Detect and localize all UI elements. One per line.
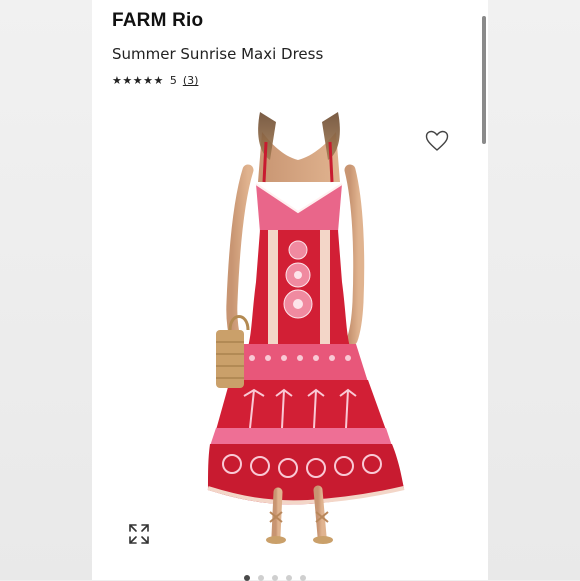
product-rating: ★★★★★ 5 (3): [112, 74, 198, 87]
gallery-dot[interactable]: [272, 575, 278, 581]
heart-outline-icon: [425, 130, 449, 151]
product-image[interactable]: [190, 112, 420, 550]
expand-arrows-icon: [129, 524, 149, 544]
gallery-dot[interactable]: [258, 575, 264, 581]
gallery-dot[interactable]: [244, 575, 250, 581]
expand-image-button[interactable]: [128, 523, 150, 545]
left-backdrop: [0, 0, 92, 580]
rating-stars: ★★★★★: [112, 74, 164, 87]
favorite-button[interactable]: [425, 130, 449, 152]
brand-name[interactable]: FARM Rio: [112, 10, 203, 32]
product-title: Summer Sunrise Maxi Dress: [112, 45, 324, 63]
dress-model-image: [207, 112, 405, 544]
gallery-dot[interactable]: [286, 575, 292, 581]
right-backdrop: [488, 0, 580, 580]
gallery-dot[interactable]: [300, 575, 306, 581]
scrollbar[interactable]: [482, 16, 486, 144]
rating-value: 5: [169, 74, 177, 87]
gallery-dots: [244, 575, 306, 581]
review-count-link[interactable]: (3): [183, 74, 199, 87]
